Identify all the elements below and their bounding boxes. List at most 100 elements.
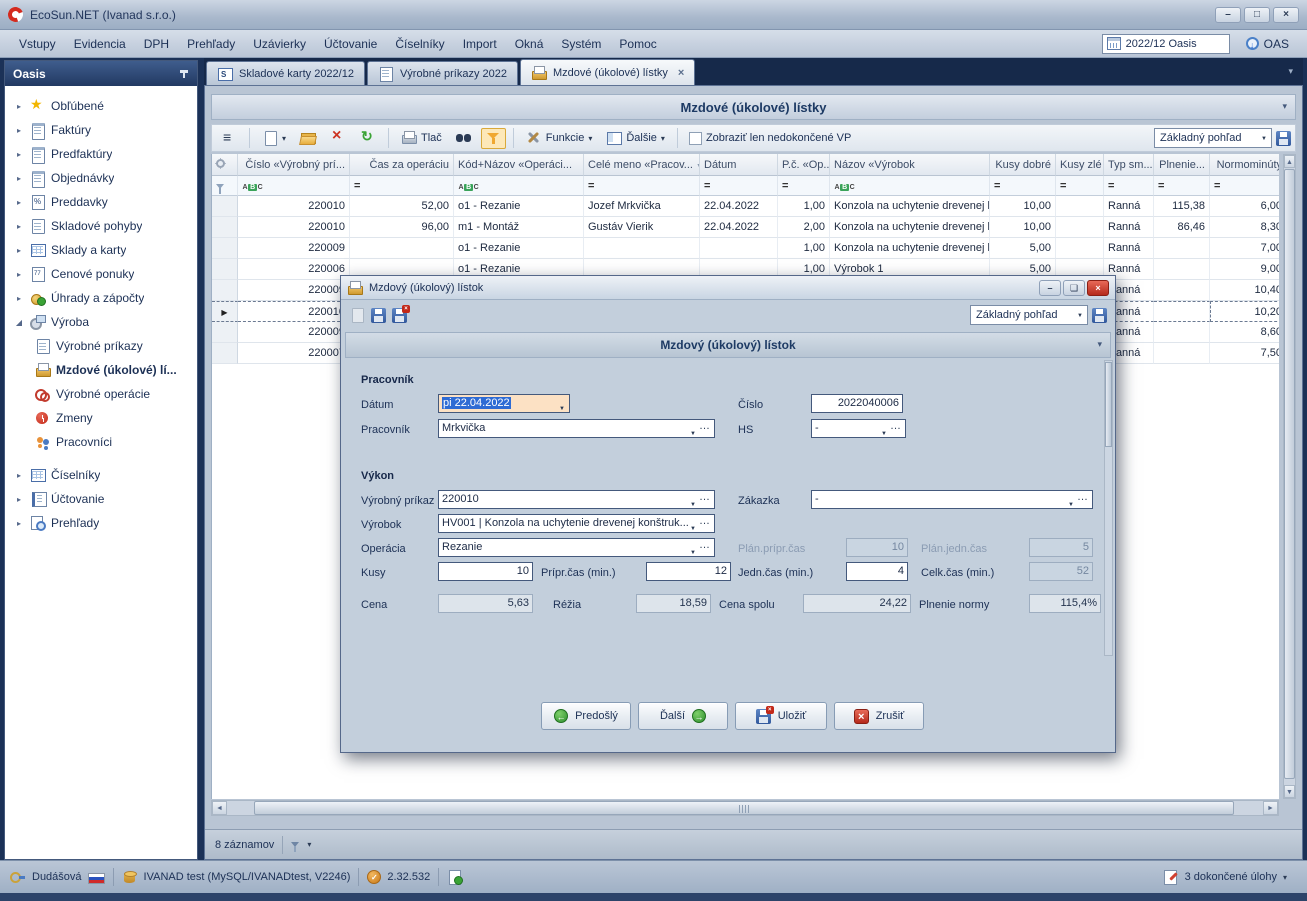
- grid-cell[interactable]: 8,30: [1210, 217, 1279, 238]
- only-unfinished-checkbox[interactable]: [689, 132, 702, 145]
- refresh-button[interactable]: [355, 127, 381, 149]
- new-record-button[interactable]: [257, 127, 291, 149]
- previous-button[interactable]: Predošlý: [541, 702, 631, 730]
- vertical-scrollbar[interactable]: ▲ ▼: [1283, 154, 1296, 799]
- scroll-right-icon[interactable]: ►: [1263, 801, 1278, 815]
- grid-cell[interactable]: 1,00: [778, 196, 830, 217]
- column-header-plnenie[interactable]: Plnenie...: [1154, 154, 1210, 176]
- row-indicator[interactable]: [212, 343, 238, 364]
- row-indicator[interactable]: ▶: [212, 301, 238, 322]
- grid-cell[interactable]: [1154, 280, 1210, 301]
- period-selector[interactable]: 2022/12 Oasis: [1102, 34, 1230, 54]
- grid-cell[interactable]: [1154, 322, 1210, 343]
- grid-cell[interactable]: 220010: [238, 217, 350, 238]
- grid-cell[interactable]: 220009: [238, 238, 350, 259]
- grid-cell[interactable]: 220009: [238, 280, 350, 301]
- grid-cell[interactable]: 220006: [238, 259, 350, 280]
- close-button[interactable]: [1273, 7, 1299, 23]
- column-header-kusy-zle[interactable]: Kusy zlé: [1056, 154, 1104, 176]
- grid-cell[interactable]: 22.04.2022: [700, 217, 778, 238]
- dialog-scroll-thumb[interactable]: [1105, 362, 1112, 447]
- grid-cell[interactable]: Konzola na uchytenie drevenej konštr...: [830, 196, 990, 217]
- column-header-cislo-vyrobny-pri[interactable]: Číslo «Výrobný prí...: [238, 154, 350, 176]
- sidebar-item-vyroba[interactable]: ◢Výroba: [5, 310, 197, 334]
- sidebar-item-uhr-ady-a-zapocty[interactable]: ▸Úhr­ady a zápočty: [5, 286, 197, 310]
- dialog-minimize-button[interactable]: [1039, 280, 1061, 296]
- calculator-check-icon[interactable]: [447, 869, 463, 885]
- sidebar-item-skladove-pohyby[interactable]: ▸Skladové pohyby: [5, 214, 197, 238]
- column-header-normominuty[interactable]: Normominúty: [1210, 154, 1279, 176]
- grid-cell[interactable]: Jozef Mrkvička: [584, 196, 700, 217]
- grid-cell[interactable]: 6,00: [1210, 196, 1279, 217]
- grid-cell[interactable]: [1056, 217, 1104, 238]
- pripr-cas-field[interactable]: 12: [646, 562, 731, 581]
- filter-cell[interactable]: =: [1104, 176, 1154, 196]
- grid-cell[interactable]: [584, 238, 700, 259]
- filter-cell[interactable]: =: [1154, 176, 1210, 196]
- grid-cell[interactable]: [1154, 238, 1210, 259]
- sidebar-item-oblubene[interactable]: ▸Obľúbené: [5, 94, 197, 118]
- sidebar-item-vyrobne-prikazy[interactable]: Výrobné príkazy: [5, 334, 197, 358]
- sidebar-item-predfaktury[interactable]: ▸Predfaktúry: [5, 142, 197, 166]
- column-header-nazov-vyrobok[interactable]: Názov «Výrobok: [830, 154, 990, 176]
- grid-cell[interactable]: Konzola na uchytenie drevenej konštr...: [830, 238, 990, 259]
- scroll-up-icon[interactable]: ▲: [1284, 155, 1295, 168]
- menu-item-dph[interactable]: DPH: [135, 34, 178, 54]
- row-indicator[interactable]: [212, 217, 238, 238]
- table-row[interactable]: 22001096,00m1 - MontážGustáv Vierik22.04…: [212, 217, 1279, 238]
- footer-filter-icon[interactable]: [291, 842, 299, 847]
- grid-cell[interactable]: 7,50: [1210, 343, 1279, 364]
- column-header-typ-sm[interactable]: Typ sm...: [1104, 154, 1154, 176]
- tasks-status[interactable]: 3 dokončené úlohy: [1163, 869, 1297, 885]
- column-header-cas-za-operaciu[interactable]: Čas za operáciu: [350, 154, 454, 176]
- grid-cell[interactable]: [1154, 301, 1210, 322]
- grid-cell[interactable]: 10,40: [1210, 280, 1279, 301]
- horizontal-scrollbar[interactable]: ◄ ►: [211, 800, 1279, 816]
- functions-menu-button[interactable]: Funkcie: [521, 127, 598, 149]
- datum-field[interactable]: pi 22.04.2022: [438, 394, 570, 413]
- sidebar-item-pracovnici[interactable]: Pracovníci: [5, 430, 197, 454]
- filter-cell[interactable]: ABC: [238, 176, 350, 196]
- layout-menu-button[interactable]: [216, 127, 242, 149]
- menu-item-vstupy[interactable]: Vstupy: [10, 34, 65, 54]
- grid-cell[interactable]: Ranná: [1104, 238, 1154, 259]
- column-header-kusy-dobre[interactable]: Kusy dobré: [990, 154, 1056, 176]
- row-indicator[interactable]: [212, 259, 238, 280]
- dialog-restore-button[interactable]: [1063, 280, 1085, 296]
- row-indicator[interactable]: [212, 322, 238, 343]
- zakazka-field[interactable]: -: [811, 490, 1093, 509]
- dialog-scrollbar[interactable]: [1104, 360, 1113, 656]
- grid-cell[interactable]: [1154, 259, 1210, 280]
- cislo-field[interactable]: 2022040006: [811, 394, 903, 413]
- table-row[interactable]: 220009o1 - Rezanie1,00Konzola na uchyten…: [212, 238, 1279, 259]
- menu-item-import[interactable]: Import: [454, 34, 506, 54]
- grid-cell[interactable]: 1,00: [778, 238, 830, 259]
- column-header-datum[interactable]: Dátum: [700, 154, 778, 176]
- jedn-cas-field[interactable]: 4: [846, 562, 908, 581]
- filter-cell[interactable]: =: [350, 176, 454, 196]
- tab-mzdove-ukolove-listky[interactable]: Mzdové (úkolové) lístky×: [520, 59, 695, 85]
- menu-item-system[interactable]: Systém: [552, 34, 610, 54]
- column-header-p-c-op[interactable]: P.č. «Op...: [778, 154, 830, 176]
- filter-cell[interactable]: =: [1056, 176, 1104, 196]
- grid-cell[interactable]: Konzola na uchytenie drevenej konštr...: [830, 217, 990, 238]
- minimize-button[interactable]: [1215, 7, 1241, 23]
- sidebar-item-preddavky[interactable]: ▸Preddavky: [5, 190, 197, 214]
- column-header-cele-meno-pracov[interactable]: Celé meno «Pracov...▼: [584, 154, 700, 176]
- grid-cell[interactable]: [1056, 238, 1104, 259]
- sidebar-item-mzdove-ukolove-li[interactable]: Mzdové (úkolové) lí...: [5, 358, 197, 382]
- vertical-scroll-thumb[interactable]: [1284, 169, 1295, 779]
- filter-cell[interactable]: ABC: [454, 176, 584, 196]
- grid-cell[interactable]: 5,00: [990, 238, 1056, 259]
- grid-cell[interactable]: 96,00: [350, 217, 454, 238]
- grid-cell[interactable]: 220010: [238, 196, 350, 217]
- dialog-save-view-button[interactable]: [1092, 308, 1107, 323]
- table-row[interactable]: 22001052,00o1 - RezanieJozef Mrkvička22.…: [212, 196, 1279, 217]
- menu-item-uzavierky[interactable]: Uzávierky: [244, 34, 315, 54]
- oas-button[interactable]: OAS: [1246, 37, 1289, 51]
- filter-cell[interactable]: =: [990, 176, 1056, 196]
- grid-cell[interactable]: 115,38: [1154, 196, 1210, 217]
- chevron-down-icon[interactable]: [307, 840, 311, 849]
- grid-cell[interactable]: 220007: [238, 343, 350, 364]
- grid-cell[interactable]: 7,00: [1210, 238, 1279, 259]
